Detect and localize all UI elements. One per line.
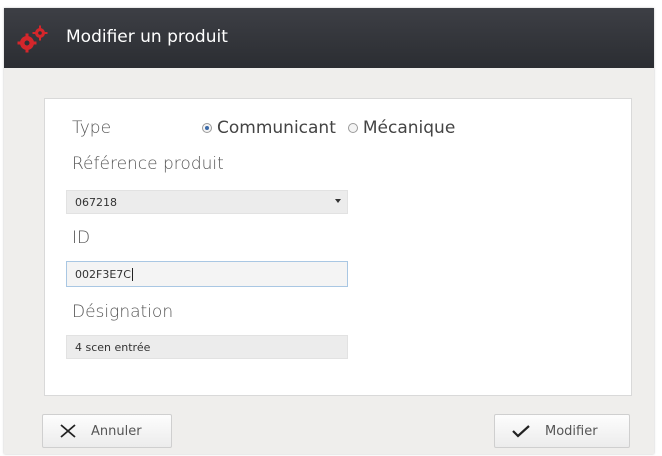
modify-button-label: Modifier <box>545 423 598 439</box>
radio-unchecked-icon <box>347 123 358 133</box>
id-value: 002F3E7C <box>75 267 131 281</box>
chevron-down-icon <box>335 199 341 203</box>
radio-checked-icon <box>202 123 212 133</box>
reference-value: 067218 <box>75 195 117 209</box>
modify-button[interactable]: Modifier <box>494 414 630 448</box>
cancel-button[interactable]: Annuler <box>42 414 172 448</box>
checkmark-icon <box>512 425 530 438</box>
type-radio-group: Communicant Mécanique <box>202 116 467 140</box>
designation-label: Désignation <box>72 302 174 322</box>
radio-communicant-label: Communicant <box>217 118 336 138</box>
reference-select[interactable]: 067218 <box>66 190 348 214</box>
radio-mecanique[interactable]: Mécanique <box>347 118 456 138</box>
text-cursor <box>131 267 133 281</box>
designation-value: 4 scen entrée <box>75 340 151 354</box>
radio-mecanique-label: Mécanique <box>362 118 456 138</box>
cancel-button-label: Annuler <box>91 423 142 439</box>
id-input[interactable]: 002F3E7C <box>66 261 348 287</box>
close-icon <box>60 424 76 438</box>
radio-communicant[interactable]: Communicant <box>202 118 336 138</box>
dialog-title: Modifier un produit <box>66 27 228 47</box>
title-bar: Modifier un produit <box>4 8 654 68</box>
gears-icon <box>17 25 48 53</box>
dialog-window: Modifier un produit Type Communicant Méc… <box>4 8 654 454</box>
reference-label: Référence produit <box>72 154 224 174</box>
type-label: Type <box>72 118 112 138</box>
id-label: ID <box>72 228 91 248</box>
designation-field[interactable]: 4 scen entrée <box>66 335 348 359</box>
